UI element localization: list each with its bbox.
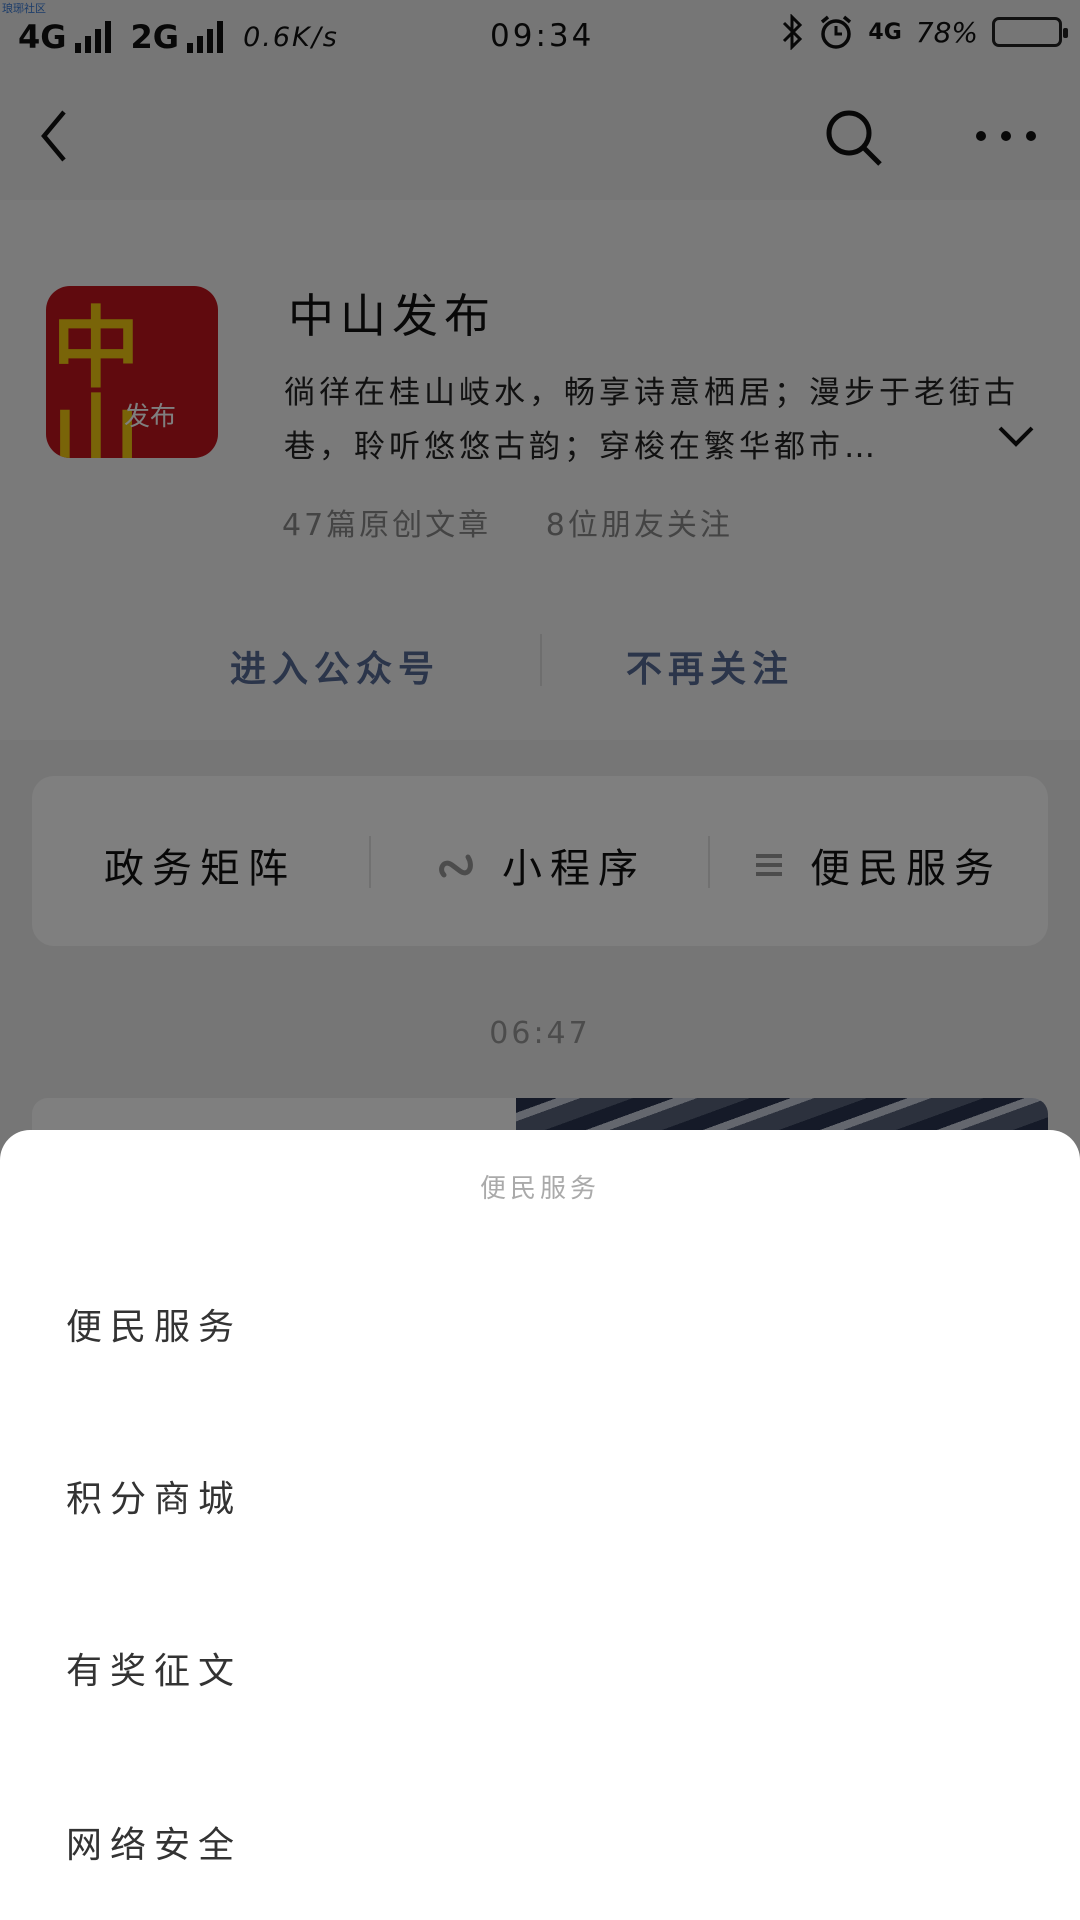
sheet-item-public-services[interactable]: 便民服务: [66, 1298, 242, 1350]
sheet-item-network-security[interactable]: 网络安全: [66, 1816, 242, 1868]
public-services-sheet: 便民服务 便民服务 积分商城 有奖征文 网络安全: [0, 1130, 1080, 1920]
sheet-title: 便民服务: [479, 1174, 600, 1204]
sheet-item-points-mall[interactable]: 积分商城: [66, 1470, 242, 1522]
sheet-item-essay-contest[interactable]: 有奖征文: [66, 1642, 242, 1694]
